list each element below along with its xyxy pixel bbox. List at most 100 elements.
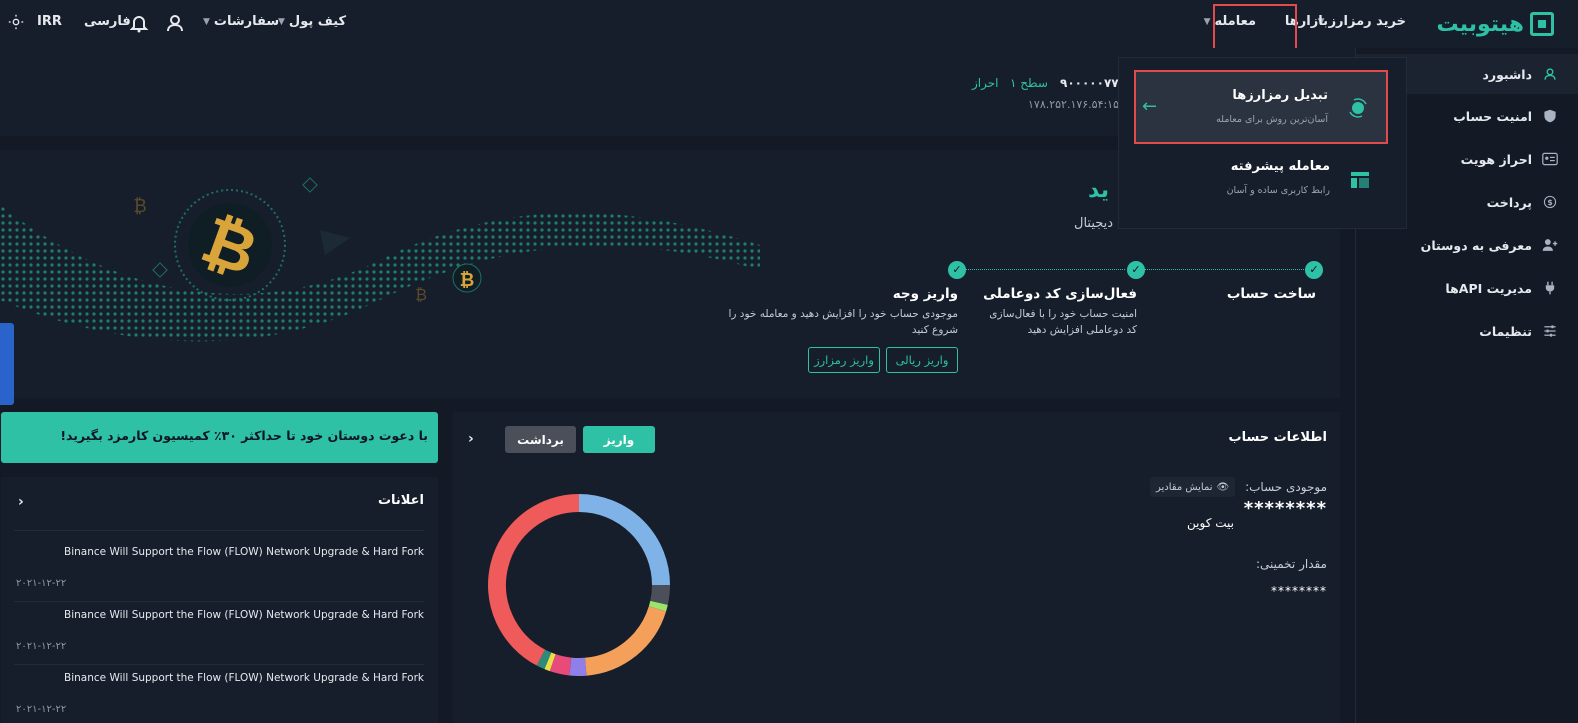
balance-value: ******** <box>1243 498 1327 519</box>
deposit-button[interactable]: واریز <box>583 426 655 453</box>
chevron-right-icon[interactable]: › <box>18 494 24 510</box>
swap-coins-icon <box>1348 98 1368 118</box>
announcements-title: اعلانات <box>377 493 424 508</box>
brand-name: هیتوبیت <box>1436 11 1524 37</box>
step-deposit-desc: موجودی حساب خود را افزایش دهید و معامله … <box>728 308 958 336</box>
sidebar-item-settings[interactable]: تنظیمات <box>1479 311 1558 351</box>
language-switch[interactable]: فارسی <box>84 14 131 29</box>
step-deposit: واریز وجه <box>892 286 958 302</box>
sidebar-item-label: داشبورد <box>1482 66 1532 82</box>
account-info-title: اطلاعات حساب <box>1228 430 1327 445</box>
layout-icon <box>1350 171 1370 189</box>
news-item-title[interactable]: Binance Will Support the Flow (FLOW) Net… <box>64 609 424 621</box>
sidebar-item-label: احراز هویت <box>1460 151 1532 167</box>
dollar-icon: $ <box>1542 194 1558 210</box>
sidebar-item-api[interactable]: مدیریت APIها <box>1445 268 1558 308</box>
account-ip: ۱۷۸.۲۵۲.۱۷۶.۵۴:۱۵ <box>1028 98 1120 111</box>
donut-segment <box>584 605 667 676</box>
sidebar-item-identity[interactable]: احراز هویت <box>1461 139 1558 179</box>
account-phone: ۹۰۰۰۰۰۷۷ <box>1060 76 1119 90</box>
svg-text:₿: ₿ <box>133 196 146 217</box>
sidebar-item-payment[interactable]: $ پرداخت <box>1487 182 1558 222</box>
withdraw-button[interactable]: برداشت <box>505 426 576 453</box>
check-icon: ✓ <box>948 261 966 279</box>
donut-segment <box>648 600 668 612</box>
show-values-label: نمایش مقادیر <box>1156 481 1213 493</box>
sliders-icon <box>1542 323 1558 339</box>
step-2fa: فعال‌سازی کد دوعاملی <box>983 286 1137 302</box>
divider <box>14 601 424 602</box>
dropdown-item-title: معامله پیشرفته <box>1230 159 1330 174</box>
id-card-icon <box>1542 151 1558 167</box>
deposit-crypto-button[interactable]: واریز رمزارز <box>808 347 880 373</box>
sidebar-item-label: مدیریت APIها <box>1445 280 1532 296</box>
show-values-toggle[interactable]: 👁 نمایش مقادیر <box>1150 477 1236 497</box>
account-level[interactable]: سطح ۱ <box>1010 76 1048 90</box>
chevron-down-icon: ▼ <box>1203 16 1211 27</box>
portfolio-donut-chart <box>488 494 670 676</box>
divider <box>14 664 424 665</box>
nav-trade-highlight <box>1213 4 1297 51</box>
dropdown-item-advanced[interactable]: معامله پیشرفته رابط کاربری ساده و آسان <box>1134 147 1388 221</box>
app-root: هیتوبیت خرید رمزارز ▼ بازارها معامله ▼ ک… <box>0 0 1578 723</box>
step-connector <box>965 269 1125 270</box>
estimate-label: مقدار تخمینی: <box>1255 557 1327 571</box>
user-icon[interactable] <box>165 13 185 33</box>
news-item-title[interactable]: Binance Will Support the Flow (FLOW) Net… <box>64 672 424 684</box>
donut-segment <box>536 649 552 670</box>
top-header: هیتوبیت خرید رمزارز ▼ بازارها معامله ▼ ک… <box>0 0 1578 51</box>
referral-text: با دعوت دوستان خود تا حداکثر ۳۰٪ کمیسیون… <box>60 428 428 443</box>
donut-segment <box>488 494 580 666</box>
add-user-icon <box>1542 237 1558 253</box>
svg-text:₿: ₿ <box>460 270 475 291</box>
theme-sun-icon[interactable] <box>7 13 27 33</box>
sidebar-item-label: امنیت حساب <box>1453 108 1532 124</box>
nav-buy-crypto[interactable]: خرید رمزارز ▼ <box>1318 14 1406 29</box>
shield-icon <box>1542 108 1558 124</box>
step-connector <box>1144 269 1306 270</box>
currency-label: IRR <box>37 14 62 29</box>
arrow-left-icon: ← <box>1142 96 1158 117</box>
banner-wave-illustration: ₿ ₿ ₿ ₿ <box>0 177 760 342</box>
nav-buy-crypto-label: خرید رمزارز <box>1328 14 1406 29</box>
bell-icon[interactable] <box>129 13 149 33</box>
news-item-date: ۲۰۲۱-۱۲-۲۲ <box>16 578 67 589</box>
brand-logo[interactable]: هیتوبیت <box>1436 8 1554 40</box>
nav-orders[interactable]: سفارشات ▼ <box>203 14 279 29</box>
dropdown-item-swap[interactable]: تبدیل رمزارزها آسان‌ترین روش برای معامله… <box>1134 70 1388 144</box>
language-label: فارسی <box>84 14 131 29</box>
sidebar-item-referral[interactable]: معرفی به دوستان <box>1421 225 1558 265</box>
chevron-right-icon[interactable]: › <box>468 431 474 447</box>
news-item-date: ۲۰۲۱-۱۲-۲۲ <box>16 641 67 652</box>
divider <box>14 530 424 531</box>
news-item-title[interactable]: Binance Will Support the Flow (FLOW) Net… <box>64 546 424 558</box>
sidebar-item-label: معرفی به دوستان <box>1420 237 1532 253</box>
dropdown-item-subtitle: رابط کاربری ساده و آسان <box>1226 185 1330 196</box>
user-icon <box>1542 66 1558 82</box>
referral-banner[interactable]: با دعوت دوستان خود تا حداکثر ۳۰٪ کمیسیون… <box>1 412 438 463</box>
dropdown-item-title: تبدیل رمزارزها <box>1232 88 1328 103</box>
step-create-account: ساخت حساب <box>1226 286 1316 302</box>
sidebar-item-security[interactable]: امنیت حساب <box>1453 96 1558 136</box>
balance-coin: بیت کوین <box>1187 516 1234 530</box>
step-2fa-desc: امنیت حساب خود را با فعال‌سازی کد دوعامل… <box>989 308 1137 336</box>
donut-segment <box>650 584 670 605</box>
check-icon: ✓ <box>1127 261 1145 279</box>
plug-icon <box>1542 280 1558 296</box>
currency-switch[interactable]: IRR <box>37 14 62 29</box>
dropdown-item-subtitle: آسان‌ترین روش برای معامله <box>1216 114 1328 125</box>
account-verify-link[interactable]: احراز <box>972 76 999 90</box>
check-icon: ✓ <box>1305 261 1323 279</box>
eye-icon: 👁 <box>1216 481 1230 493</box>
news-item-date: ۲۰۲۱-۱۲-۲۲ <box>16 704 67 715</box>
nav-orders-label: سفارشات <box>213 14 280 29</box>
deposit-rial-button[interactable]: واریز ریالی <box>886 347 958 373</box>
nav-wallet[interactable]: کیف پول ▼ <box>278 14 346 29</box>
donut-segment <box>544 652 556 672</box>
feedback-side-tab[interactable] <box>0 323 14 405</box>
logo-mark-icon <box>1530 12 1554 36</box>
donut-segment <box>578 494 670 586</box>
donut-segment <box>549 654 572 676</box>
sidebar-item-label: تنظیمات <box>1479 323 1532 339</box>
svg-text:$: $ <box>1547 198 1552 207</box>
